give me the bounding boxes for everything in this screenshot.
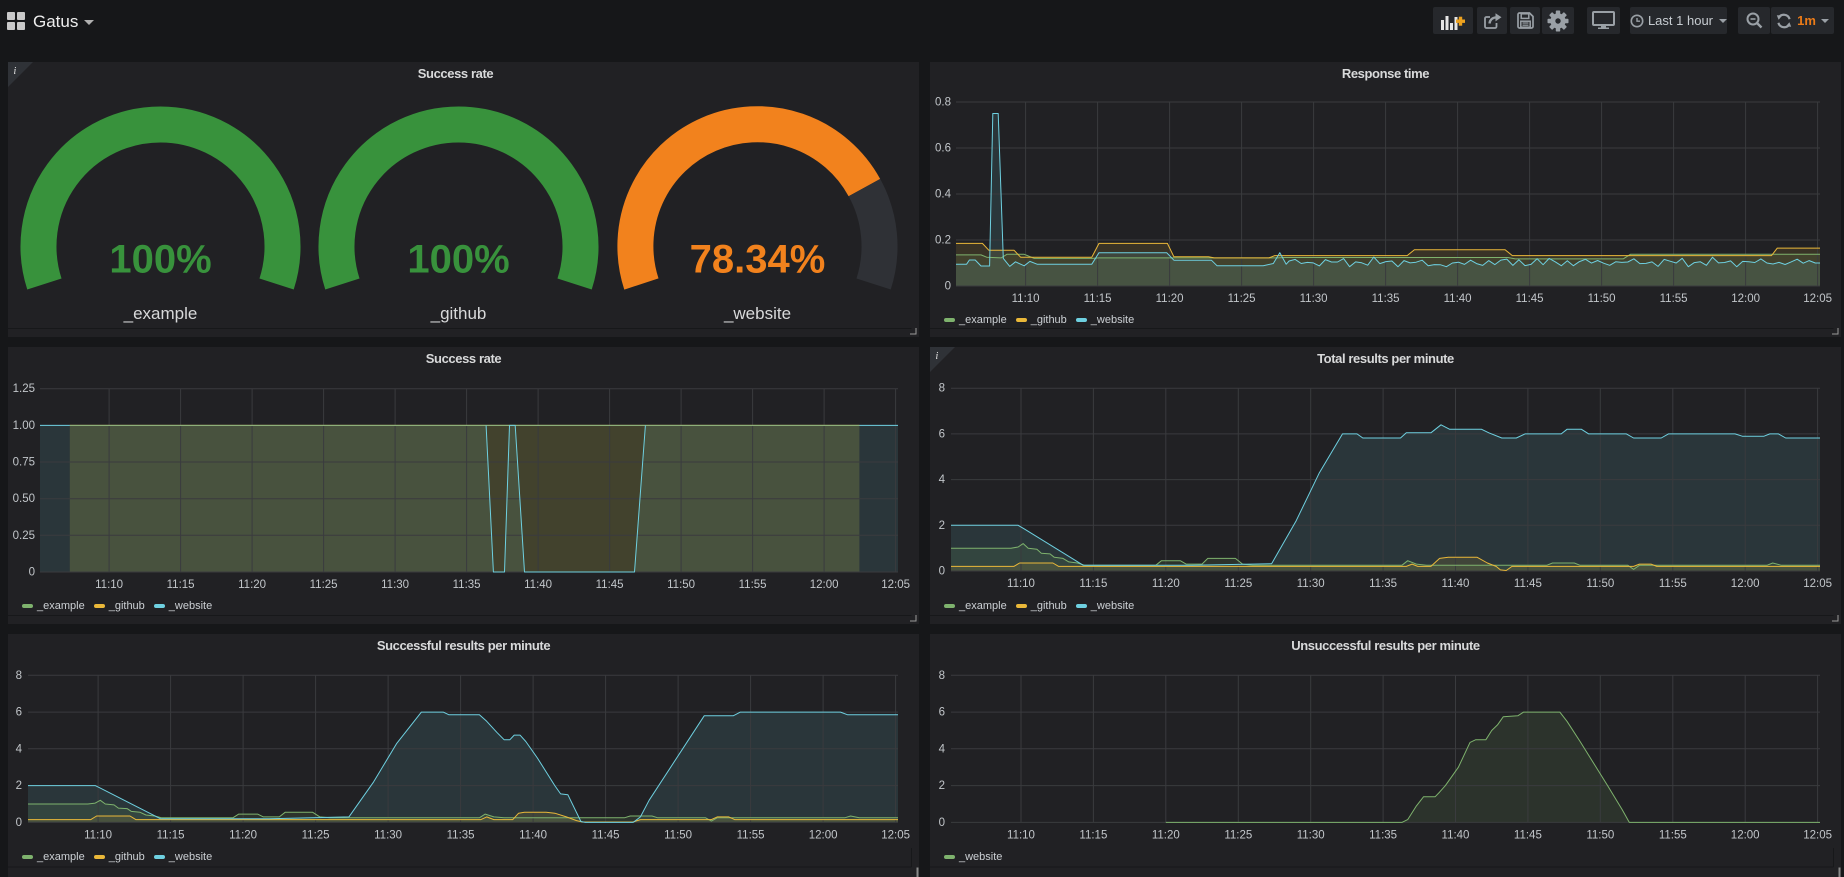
svg-text:11:25: 11:25 — [1224, 829, 1252, 841]
svg-text:11:40: 11:40 — [1442, 829, 1470, 841]
svg-text:11:15: 11:15 — [1079, 829, 1107, 841]
svg-text:100%: 100% — [407, 238, 509, 282]
svg-text:6: 6 — [939, 707, 945, 719]
svg-text:11:30: 11:30 — [1297, 578, 1325, 590]
svg-text:11:50: 11:50 — [1586, 829, 1614, 841]
svg-text:11:45: 11:45 — [596, 579, 624, 591]
svg-text:78.34%: 78.34% — [690, 238, 826, 282]
svg-text:_github: _github — [430, 304, 487, 323]
svg-text:11:50: 11:50 — [1586, 578, 1614, 590]
svg-text:8: 8 — [16, 670, 22, 682]
svg-text:11:35: 11:35 — [1369, 829, 1397, 841]
svg-text:12:00: 12:00 — [810, 579, 839, 591]
svg-text:11:20: 11:20 — [1156, 293, 1184, 305]
svg-text:0: 0 — [29, 567, 35, 579]
svg-text:4: 4 — [16, 743, 23, 755]
svg-text:11:15: 11:15 — [157, 829, 185, 841]
svg-text:11:50: 11:50 — [667, 579, 695, 591]
svg-text:11:20: 11:20 — [1152, 578, 1180, 590]
svg-text:11:15: 11:15 — [167, 579, 195, 591]
svg-text:11:10: 11:10 — [84, 829, 112, 841]
svg-text:100%: 100% — [109, 238, 211, 282]
svg-text:2: 2 — [939, 520, 945, 532]
svg-text:11:45: 11:45 — [1514, 829, 1542, 841]
svg-text:6: 6 — [16, 707, 22, 719]
svg-text:11:55: 11:55 — [737, 829, 765, 841]
svg-text:11:55: 11:55 — [1660, 293, 1688, 305]
svg-text:11:40: 11:40 — [1442, 578, 1470, 590]
svg-text:0.50: 0.50 — [13, 493, 35, 505]
svg-text:11:20: 11:20 — [238, 579, 266, 591]
svg-text:12:05: 12:05 — [1803, 578, 1832, 590]
svg-text:12:05: 12:05 — [1803, 293, 1832, 305]
svg-text:11:10: 11:10 — [1007, 829, 1035, 841]
svg-text:8: 8 — [939, 383, 945, 395]
svg-text:4: 4 — [939, 743, 946, 755]
svg-text:8: 8 — [939, 670, 945, 682]
svg-text:0.75: 0.75 — [13, 457, 35, 469]
svg-text:11:20: 11:20 — [1152, 829, 1180, 841]
svg-text:12:00: 12:00 — [809, 829, 838, 841]
svg-text:0.8: 0.8 — [935, 97, 951, 109]
svg-text:11:35: 11:35 — [453, 579, 481, 591]
svg-text:_website: _website — [723, 304, 791, 323]
svg-text:12:05: 12:05 — [1803, 829, 1832, 841]
svg-text:11:20: 11:20 — [229, 829, 257, 841]
svg-text:0: 0 — [939, 566, 945, 578]
svg-text:11:40: 11:40 — [519, 829, 547, 841]
svg-text:11:30: 11:30 — [1300, 293, 1328, 305]
svg-text:11:10: 11:10 — [1012, 293, 1040, 305]
svg-text:6: 6 — [939, 428, 945, 440]
svg-text:11:30: 11:30 — [1297, 829, 1325, 841]
svg-text:12:00: 12:00 — [1731, 293, 1760, 305]
svg-text:11:10: 11:10 — [95, 579, 123, 591]
svg-text:1.25: 1.25 — [13, 383, 35, 395]
svg-text:2: 2 — [16, 780, 22, 792]
svg-text:11:45: 11:45 — [1516, 293, 1544, 305]
svg-text:11:25: 11:25 — [1224, 578, 1252, 590]
svg-text:11:35: 11:35 — [447, 829, 475, 841]
svg-text:0: 0 — [939, 817, 945, 829]
svg-text:11:25: 11:25 — [310, 579, 338, 591]
svg-text:11:25: 11:25 — [302, 829, 330, 841]
svg-text:_example: _example — [123, 304, 198, 323]
svg-text:11:35: 11:35 — [1372, 293, 1400, 305]
svg-text:0.4: 0.4 — [935, 189, 952, 201]
svg-text:11:25: 11:25 — [1228, 293, 1256, 305]
svg-text:11:55: 11:55 — [1659, 829, 1687, 841]
svg-text:1.00: 1.00 — [13, 420, 35, 432]
svg-text:12:05: 12:05 — [881, 579, 910, 591]
svg-text:11:50: 11:50 — [1588, 293, 1616, 305]
svg-text:12:00: 12:00 — [1731, 829, 1760, 841]
svg-text:11:15: 11:15 — [1084, 293, 1112, 305]
svg-text:0.25: 0.25 — [13, 530, 35, 542]
svg-text:11:40: 11:40 — [1444, 293, 1472, 305]
svg-text:12:00: 12:00 — [1731, 578, 1760, 590]
svg-text:0: 0 — [16, 817, 22, 829]
svg-text:11:45: 11:45 — [592, 829, 620, 841]
svg-text:11:30: 11:30 — [374, 829, 402, 841]
svg-text:0.2: 0.2 — [935, 235, 951, 247]
svg-text:11:35: 11:35 — [1369, 578, 1397, 590]
svg-text:11:10: 11:10 — [1007, 578, 1035, 590]
svg-text:11:40: 11:40 — [524, 579, 552, 591]
svg-text:0.6: 0.6 — [935, 143, 951, 155]
svg-text:11:15: 11:15 — [1079, 578, 1107, 590]
svg-text:11:50: 11:50 — [664, 829, 692, 841]
svg-text:0: 0 — [945, 281, 951, 293]
svg-text:11:45: 11:45 — [1514, 578, 1542, 590]
svg-text:11:30: 11:30 — [381, 579, 409, 591]
svg-text:11:55: 11:55 — [1659, 578, 1687, 590]
svg-text:4: 4 — [939, 474, 946, 486]
svg-text:11:55: 11:55 — [739, 579, 767, 591]
svg-text:12:05: 12:05 — [881, 829, 910, 841]
svg-text:2: 2 — [939, 780, 945, 792]
